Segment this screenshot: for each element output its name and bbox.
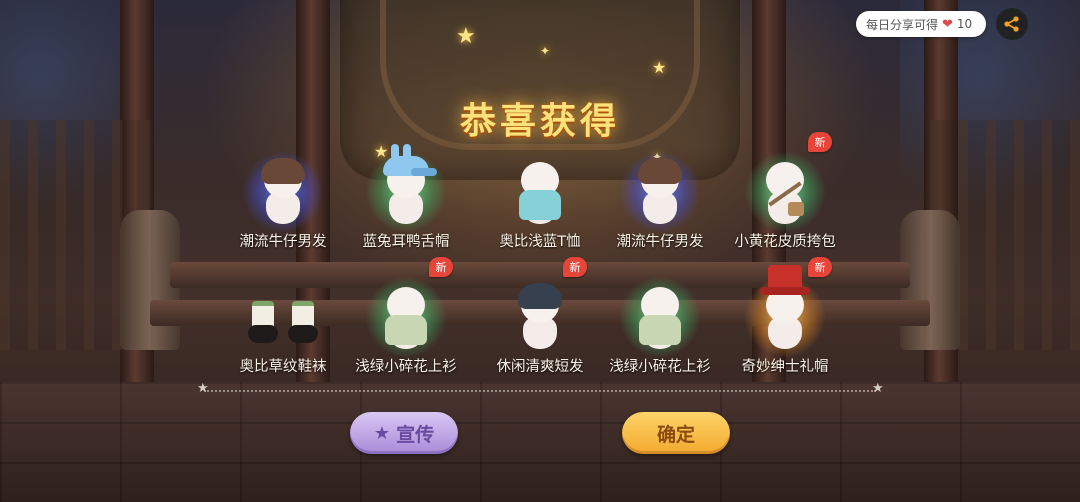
reward-item[interactable]: 潮流牛仔男发 [222, 148, 344, 268]
new-badge: 新 [429, 257, 453, 277]
reward-item-label: 奥比草纹鞋袜 [239, 359, 327, 375]
reward-item[interactable]: 奥比草纹鞋袜 [222, 273, 344, 393]
heart-icon: ❤ [942, 16, 953, 32]
shirt-icon [381, 287, 431, 351]
tshirt-icon [515, 162, 565, 226]
reward-item[interactable]: 新小黄花皮质挎包 [724, 132, 846, 268]
reward-item[interactable]: 新奇妙绅士礼帽 [724, 257, 846, 393]
sparkle-star-icon: ★ [456, 24, 476, 49]
reward-item-label: 蓝兔耳鸭舌帽 [362, 234, 450, 250]
divider-star-icon: ★ [872, 381, 884, 396]
share-icon [1004, 16, 1019, 32]
reward-item-label: 浅绿小碎花上衫 [609, 359, 711, 375]
hair-icon [258, 158, 308, 226]
confirm-button[interactable]: 确定 [622, 412, 730, 454]
reward-item[interactable]: 新浅绿小碎花上衫 [345, 257, 467, 393]
new-badge: 新 [563, 257, 587, 277]
star-icon: ★ [373, 422, 391, 444]
reward-item[interactable]: 蓝兔耳鸭舌帽 [345, 144, 467, 268]
divider-star-icon: ★ [197, 381, 209, 396]
reward-item[interactable]: 新休闲清爽短发 [479, 257, 601, 393]
sparkle-star-icon: ✦ [540, 44, 551, 58]
divider-line [204, 390, 876, 393]
reward-item-label: 奇妙绅士礼帽 [741, 359, 829, 375]
hair-icon [515, 283, 565, 351]
reward-item[interactable]: 浅绿小碎花上衫 [599, 273, 721, 393]
reward-item[interactable]: 潮流牛仔男发 [599, 148, 721, 268]
sparkle-star-icon: ★ [652, 58, 667, 77]
share-reward-count: 10 [956, 17, 973, 31]
reward-item-label: 潮流牛仔男发 [239, 234, 327, 250]
confirm-label: 确定 [656, 423, 695, 446]
shoes-icon [248, 291, 320, 351]
reward-item-label: 小黄花皮质挎包 [734, 234, 836, 250]
reward-item[interactable]: 奥比浅蓝T恤 [479, 148, 601, 268]
shirt-icon [635, 287, 685, 351]
reward-item-label: 浅绿小碎花上衫 [355, 359, 457, 375]
promote-label: 宣传 [396, 423, 435, 446]
cap-icon [381, 144, 437, 226]
hair-icon [635, 158, 685, 226]
promote-button[interactable]: ★ 宣传 [350, 412, 458, 454]
share-button[interactable] [996, 8, 1028, 40]
daily-share-reward: 每日分享可得 ❤ 10 [856, 11, 987, 37]
bag-icon [760, 162, 810, 226]
share-reward-text: 每日分享可得 [866, 17, 939, 32]
floor [0, 382, 1080, 502]
reward-title: 恭喜获得 [459, 101, 620, 142]
top-hat-icon [760, 265, 810, 351]
new-badge: 新 [808, 132, 832, 152]
new-badge: 新 [808, 257, 832, 277]
reward-item-label: 潮流牛仔男发 [616, 234, 704, 250]
